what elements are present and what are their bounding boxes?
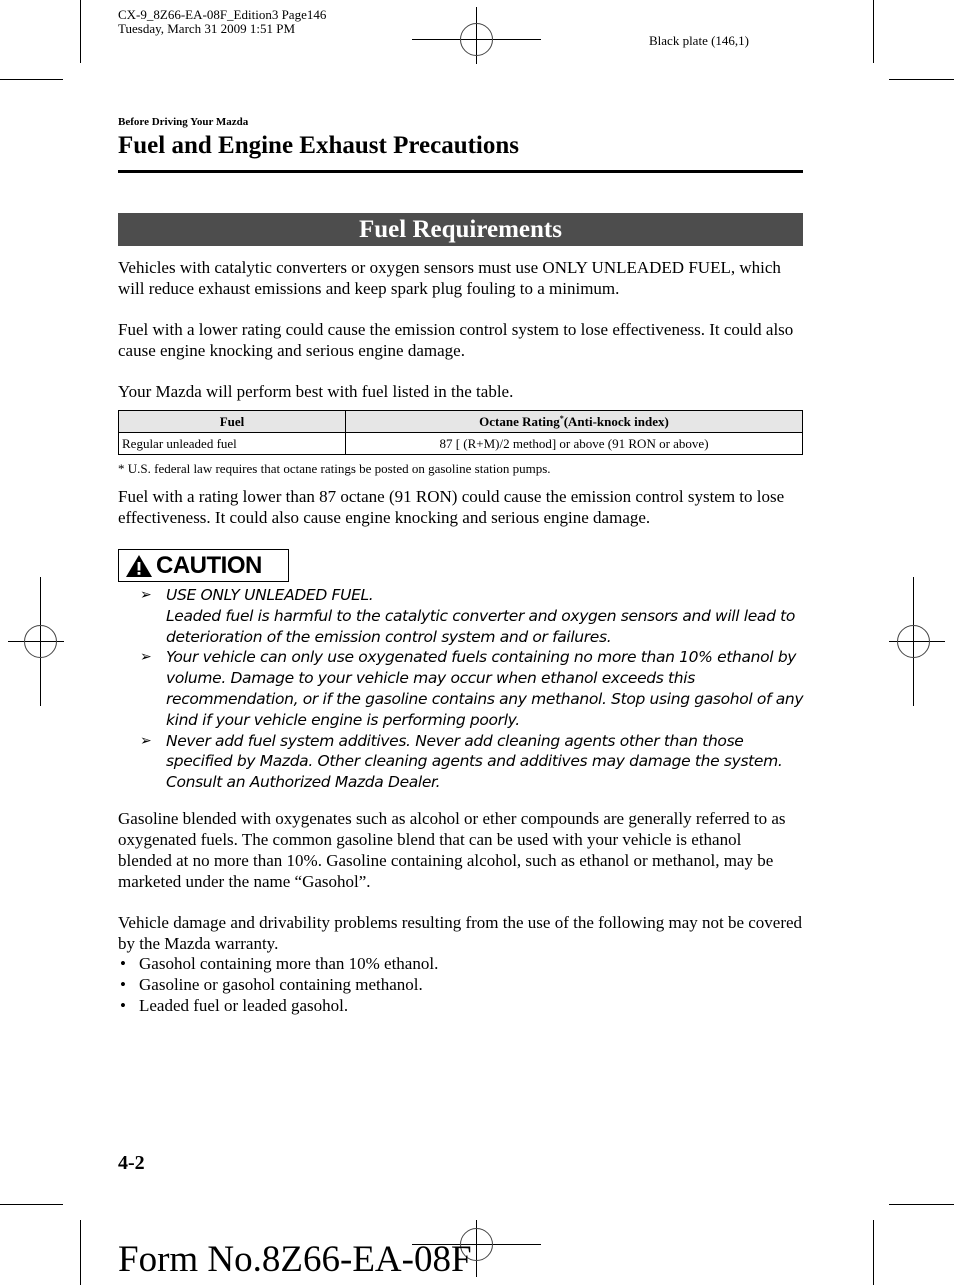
title-divider [118, 170, 803, 173]
fuel-table: Fuel Octane Rating*(Anti-knock index) Re… [118, 410, 803, 455]
table-header-row: Fuel Octane Rating*(Anti-knock index) [118, 410, 803, 433]
arrow-bullet-icon: ➢ [140, 587, 152, 603]
column-header-octane: Octane Rating*(Anti-knock index) [345, 410, 803, 433]
column-header-fuel: Fuel [118, 410, 346, 433]
section-heading: Fuel Requirements [118, 213, 803, 246]
caution-item-text: Your vehicle can only use oxygenated fue… [166, 648, 804, 729]
cell-octane: 87 [ (R+M)/2 method] or above (91 RON or… [345, 432, 803, 455]
bullet-icon: • [120, 954, 126, 973]
print-slug: CX-9_8Z66-EA-08F_Edition3 Page146 Tuesda… [118, 8, 326, 36]
caution-item-lead: USE ONLY UNLEADED FUEL. [166, 586, 374, 604]
crop-mark [889, 1204, 954, 1205]
list-item: • Leaded fuel or leaded gasohol. [120, 996, 349, 1015]
page-number: 4-2 [118, 1152, 145, 1174]
arrow-bullet-icon: ➢ [140, 732, 152, 749]
caution-item-text: Never add fuel system additives. Never a… [166, 731, 783, 792]
paragraph-oxygenates: Gasoline blended with oxygenates such as… [118, 809, 786, 891]
list-item: • Gasohol containing more than 10% ethano… [120, 954, 439, 973]
table-row: Regular unleaded fuel 87 [ (R+M)/2 metho… [118, 432, 803, 455]
caution-label: CAUTION [156, 551, 262, 579]
warranty-exclusion-list: • Gasohol containing more than 10% ethano… [118, 953, 438, 1016]
paragraph-table-intro: Your Mazda will perform best with fuel l… [118, 382, 514, 401]
form-number: Form No.8Z66-EA-08F [118, 1239, 472, 1280]
breadcrumb: Before Driving Your Mazda [118, 116, 249, 128]
crop-mark [873, 0, 874, 63]
paragraph-warranty: Vehicle damage and drivability problems … [118, 913, 803, 953]
table-footnote: * U.S. federal law requires that octane … [118, 461, 551, 476]
caution-item: ➢ Your vehicle can only use oxygenated f… [140, 647, 810, 730]
crop-mark [80, 0, 81, 63]
cell-fuel: Regular unleaded fuel [118, 432, 346, 455]
crop-mark [80, 1220, 81, 1285]
warning-triangle-icon [126, 554, 152, 577]
paragraph-low-octane: Fuel with a rating lower than 87 octane … [118, 487, 785, 527]
plate-label: Black plate (146,1) [649, 33, 749, 48]
caution-item-text: Leaded fuel is harmful to the catalytic … [166, 606, 796, 646]
caution-list: ➢ USE ONLY UNLEADED FUEL. Leaded fuel is… [140, 585, 810, 793]
crop-mark [889, 79, 954, 80]
caution-item: ➢ Never add fuel system additives. Never… [140, 731, 810, 793]
print-slug-date: Tuesday, March 31 2009 1:51 PM [118, 21, 296, 36]
bullet-icon: • [120, 975, 126, 994]
paragraph-unleaded: Vehicles with catalytic converters or ox… [118, 258, 781, 298]
caution-item: ➢ USE ONLY UNLEADED FUEL. Leaded fuel is… [140, 585, 810, 647]
page-title: Fuel and Engine Exhaust Precautions [118, 132, 520, 159]
arrow-bullet-icon: ➢ [140, 649, 152, 666]
caution-badge: CAUTION [118, 549, 289, 582]
crop-mark [0, 79, 63, 80]
crop-mark [0, 1204, 63, 1205]
crop-mark [873, 1220, 874, 1285]
bullet-icon: • [120, 996, 126, 1015]
list-item: • Gasoline or gasohol containing methanol… [120, 975, 423, 994]
print-slug-file: CX-9_8Z66-EA-08F_Edition3 Page146 [118, 7, 327, 22]
paragraph-lower-rating: Fuel with a lower rating could cause the… [118, 320, 794, 360]
